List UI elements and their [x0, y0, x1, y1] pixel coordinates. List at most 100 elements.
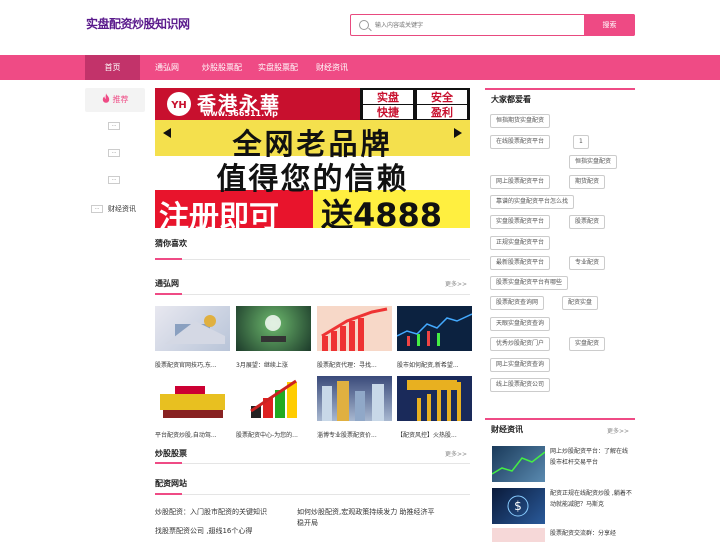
popular-tag-7[interactable]: 靠谱的实盘配资平台怎么找: [490, 195, 575, 209]
finance-title: 财经资讯: [491, 425, 523, 434]
finance-link-3[interactable]: 股票配资交流群：分享经: [550, 528, 632, 539]
thumb-caption-2[interactable]: 3月展望：继续上涨: [236, 360, 312, 369]
popular-tag-16[interactable]: 天眼实盘配资查询: [490, 317, 551, 331]
fire-icon: [102, 93, 109, 103]
thumb-image-7[interactable]: [317, 376, 392, 421]
nav-shipan[interactable]: 实盘股票配: [258, 55, 298, 80]
popular-tag-15[interactable]: 配资实盘: [562, 296, 599, 310]
popular-tag-12[interactable]: 专业配资: [569, 256, 606, 270]
popular-tag-1[interactable]: 恒指期货实盘配资: [490, 114, 551, 128]
thumb-image-6[interactable]: [236, 376, 311, 421]
thumb-caption-4[interactable]: 股市如何配资,新希望...: [397, 360, 473, 369]
nav-tonghong[interactable]: 通弘网: [155, 55, 179, 80]
thumb-graphic-5: [160, 386, 225, 418]
site-logo[interactable]: 实盘配资炒股知识网: [86, 15, 190, 32]
banner-badge-1: 实盘: [377, 91, 399, 104]
svg-text:$: $: [514, 499, 522, 513]
thumb-caption-1[interactable]: 股票配资官网技巧,东...: [155, 360, 231, 369]
banner-badge-4: 盈利: [431, 106, 453, 119]
thumb-image-8[interactable]: [397, 376, 472, 421]
divider-chaogu: [155, 462, 470, 464]
popular-tag-20[interactable]: 线上股票配资公司: [490, 378, 551, 392]
thumb-graphic-7: [322, 381, 384, 421]
thumb-image-2[interactable]: [236, 306, 311, 351]
section-tonghong-title[interactable]: 通弘网: [155, 278, 179, 289]
recommend-tab[interactable]: 推荐: [85, 88, 145, 112]
finance-panel: 财经资讯 更多>> 网上炒股配资平台：了解在线股市杠杆交易平台 $ 配资正规在线…: [485, 418, 635, 542]
thumb-caption-5[interactable]: 平台配资炒股,自动驾...: [155, 430, 231, 439]
popular-tag-4[interactable]: 恒指实盘配资: [569, 155, 618, 169]
section-peizi-title: 配资网站: [155, 479, 187, 488]
popular-tag-2[interactable]: 在线股票配资平台: [490, 135, 551, 149]
popular-tag-14[interactable]: 股票配资查询网: [490, 296, 545, 310]
popular-tag-18[interactable]: 实盘配资: [569, 337, 606, 351]
popular-tag-11[interactable]: 最新股票配资平台: [490, 256, 551, 270]
finance-link-1[interactable]: 网上炒股配资平台：了解在线股市杠杆交易平台: [550, 446, 632, 468]
popular-tag-9[interactable]: 股票配资: [569, 215, 606, 229]
nav-finance[interactable]: 财经资讯: [316, 55, 348, 80]
thumb-caption-7[interactable]: 淄博专业股票配资价...: [317, 430, 393, 439]
thumb-graphic-3: [321, 307, 388, 351]
finance-image-1[interactable]: [492, 446, 545, 482]
finance-image-2[interactable]: $: [492, 488, 545, 524]
banner-badge-2: 安全: [431, 91, 453, 104]
search-icon: [359, 20, 369, 30]
main-nav: 首页 通弘网 炒股股票配 实盘股票配 财经资讯: [0, 55, 720, 80]
finance-link-2[interactable]: 配资正规在线配资炒股 ,躺着不动就能减肥？马斯克: [550, 488, 632, 510]
thumb-image-5[interactable]: [155, 376, 230, 421]
chaogu-more-link[interactable]: 更多>>: [445, 449, 467, 458]
popular-tag-17[interactable]: 优秀炒股配资门户: [490, 337, 551, 351]
sidebar-dots-3[interactable]: ···: [108, 176, 120, 184]
sidebar-dots-2[interactable]: ···: [108, 149, 120, 157]
thumb-graphic-8: [407, 380, 461, 421]
thumb-graphic-6: [250, 379, 297, 418]
recommend-label: 推荐: [112, 95, 129, 104]
finance-more-link[interactable]: 更多>>: [607, 426, 629, 435]
sidebar-dots-1[interactable]: ···: [108, 122, 120, 130]
section-guess-title: 猜你喜欢: [155, 239, 187, 248]
article-link-1[interactable]: 炒股配资：入门股市配资的关键知识: [155, 507, 295, 518]
thumb-image-3[interactable]: [317, 306, 392, 351]
finance-graphic-1: [492, 451, 545, 475]
header: 实盘配资炒股知识网 搜索: [0, 0, 720, 55]
banner-badge-3: 快捷: [377, 106, 399, 119]
popular-tag-10[interactable]: 正规实盘配资平台: [490, 236, 551, 250]
popular-tag-5[interactable]: 网上股票配资平台: [490, 175, 551, 189]
sidebar-category-finance[interactable]: 财经资讯: [108, 204, 136, 214]
thumb-image-1[interactable]: [155, 306, 230, 351]
sidebar-dots-4[interactable]: ···: [91, 205, 103, 213]
thumb-graphic-2: [261, 315, 286, 342]
popular-tag-3[interactable]: 1: [573, 135, 589, 149]
banner-line-4: 送4888: [321, 196, 443, 228]
finance-graphic-2: $: [507, 495, 529, 517]
divider-guess: [155, 258, 470, 260]
thumb-caption-8[interactable]: 【配资风控】火热股...: [397, 430, 473, 439]
thumb-caption-3[interactable]: 股票配资代理：寻找...: [317, 360, 393, 369]
tonghong-more-link[interactable]: 更多>>: [445, 279, 467, 288]
divider-tonghong: [155, 293, 470, 295]
thumb-caption-6[interactable]: 股票配资中心-为您的...: [236, 430, 312, 439]
popular-title: 大家都爱看: [491, 95, 531, 104]
ad-banner[interactable]: YH 香港永華 www.366511.vip 实盘 安全 快捷 盈利 全网老品牌…: [155, 88, 470, 228]
nav-chaogu[interactable]: 炒股股票配: [202, 55, 242, 80]
article-link-3[interactable]: 找股票配资公司 ,翅线16个心得: [155, 526, 295, 537]
search-bar: 搜索: [350, 14, 635, 36]
nav-home[interactable]: 首页: [85, 55, 140, 80]
search-input[interactable]: [375, 18, 575, 32]
sidebar: 推荐: [85, 88, 145, 112]
section-chaogu-title[interactable]: 炒股股票: [155, 448, 187, 459]
article-link-2[interactable]: 如何炒股配资,宏观政策持续发力 助推经济平稳开局: [297, 507, 437, 529]
svg-text:YH: YH: [170, 100, 187, 111]
popular-tag-13[interactable]: 股票实盘配资平台有哪些: [490, 276, 569, 290]
thumb-image-4[interactable]: [397, 306, 472, 351]
banner-brand-url: www.366511.vip: [203, 109, 278, 118]
popular-tag-19[interactable]: 网上实盘配资查询: [490, 358, 551, 372]
popular-tag-6[interactable]: 期货配资: [569, 175, 606, 189]
thumb-graphic-4: [397, 313, 472, 346]
popular-tag-8[interactable]: 实盘股票配资平台: [490, 215, 551, 229]
banner-line-3: 注册即可: [159, 200, 279, 228]
divider-peizi: [155, 493, 470, 495]
popular-panel: 大家都爱看 恒指期货实盘配资 在线股票配资平台 1 恒指实盘配资 网上股票配资平…: [485, 88, 635, 393]
search-button[interactable]: 搜索: [584, 14, 635, 36]
thumb-graphic-1: [165, 315, 225, 344]
